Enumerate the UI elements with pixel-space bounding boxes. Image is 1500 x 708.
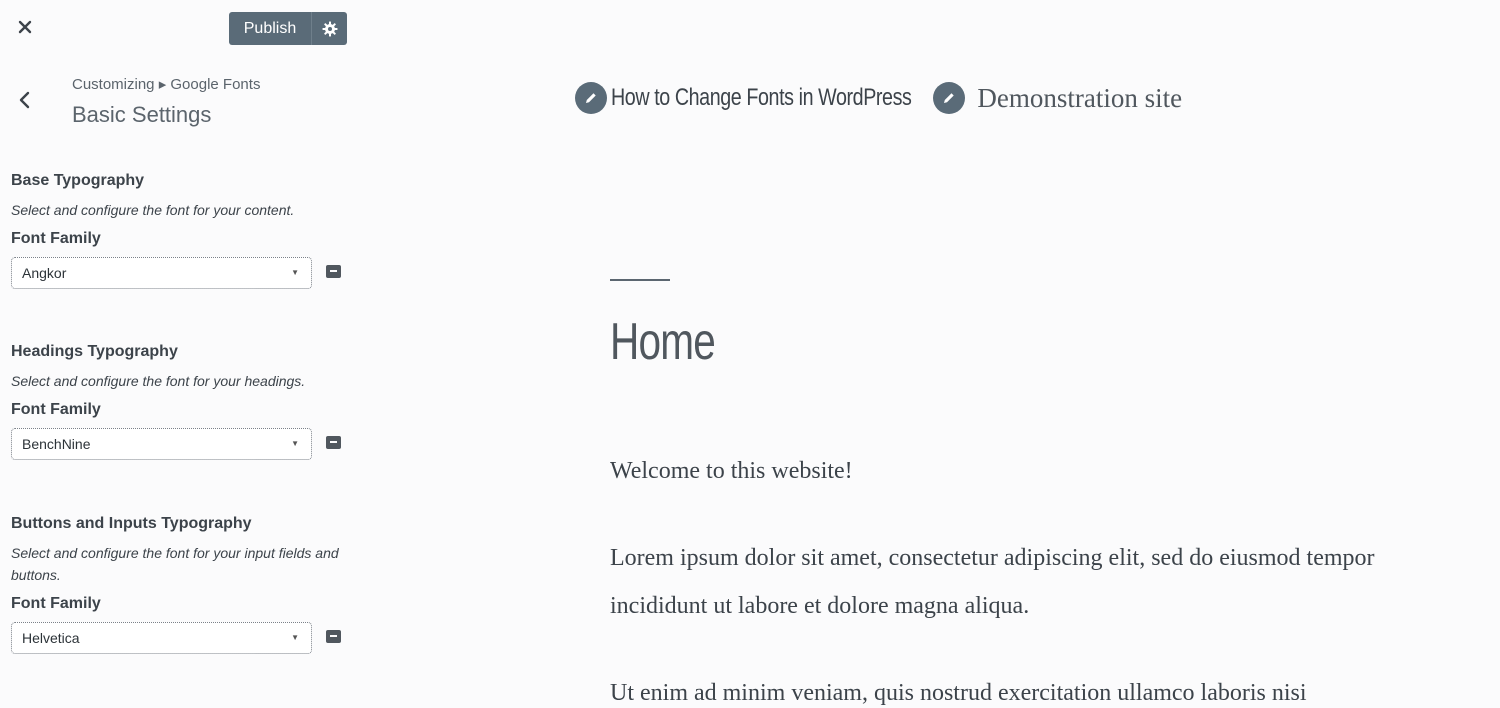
edit-site-title-button[interactable]	[575, 82, 607, 114]
select-value: Angkor	[22, 265, 67, 281]
page-heading: Home	[610, 313, 716, 371]
section-description: Select and configure the font for your h…	[11, 373, 306, 389]
buttons-inputs-typography-section: Buttons and Inputs Typography Select and…	[11, 515, 351, 654]
site-title[interactable]: How to Change Fonts in WordPress	[611, 84, 912, 112]
section-title: Headings Typography	[11, 343, 178, 360]
pencil-icon	[944, 93, 955, 103]
caret-down-icon: ▼	[291, 439, 299, 448]
section-description: Select and configure the font for your i…	[11, 545, 339, 583]
font-family-label: Font Family	[11, 595, 101, 612]
gear-icon	[322, 21, 337, 36]
publish-settings-button[interactable]	[312, 12, 347, 45]
site-description: Demonstration site	[977, 82, 1183, 113]
font-icon[interactable]	[326, 265, 341, 278]
caret-down-icon: ▼	[291, 633, 299, 642]
back-button[interactable]	[10, 85, 40, 115]
publish-group: Publish	[229, 12, 347, 45]
chevron-left-icon	[19, 91, 30, 109]
paragraph: Welcome to this website!	[610, 458, 853, 484]
site-header: How to Change Fonts in WordPress Demonst…	[575, 82, 1182, 114]
headings-typography-section: Headings Typography Select and configure…	[11, 343, 351, 460]
select-value: Helvetica	[22, 630, 80, 646]
pencil-icon	[586, 93, 596, 103]
heading-divider	[610, 279, 670, 281]
base-typography-section: Base Typography Select and configure the…	[11, 172, 351, 289]
buttons-inputs-font-select[interactable]: Helvetica ▼	[11, 622, 312, 654]
section-title: Base Typography	[11, 172, 145, 189]
font-icon[interactable]	[326, 436, 341, 449]
section-title: Buttons and Inputs Typography	[11, 515, 252, 532]
base-font-select[interactable]: Angkor ▼	[11, 257, 312, 289]
close-icon	[18, 20, 32, 34]
paragraph: Ut enim ad minim veniam, quis nostrud ex…	[610, 680, 1307, 706]
headings-font-select[interactable]: BenchNine ▼	[11, 428, 312, 460]
close-button[interactable]	[10, 12, 40, 42]
select-value: BenchNine	[22, 436, 91, 452]
caret-down-icon: ▼	[291, 268, 299, 277]
edit-site-description-button[interactable]	[933, 82, 966, 114]
panel-title: Basic Settings	[72, 102, 212, 127]
font-icon[interactable]	[326, 630, 341, 643]
font-family-label: Font Family	[11, 401, 101, 418]
publish-button[interactable]: Publish	[229, 12, 311, 45]
breadcrumb: Customizing ▸ Google Fonts	[72, 76, 261, 93]
paragraph: Lorem ipsum dolor sit amet, consectetur …	[610, 545, 1375, 619]
customizer-sidebar: Publish Customizing ▸ Google Fonts Basic…	[0, 0, 358, 708]
site-preview: How to Change Fonts in WordPress Demonst…	[358, 0, 1500, 708]
font-family-label: Font Family	[11, 230, 101, 247]
section-description: Select and configure the font for your c…	[11, 202, 295, 218]
